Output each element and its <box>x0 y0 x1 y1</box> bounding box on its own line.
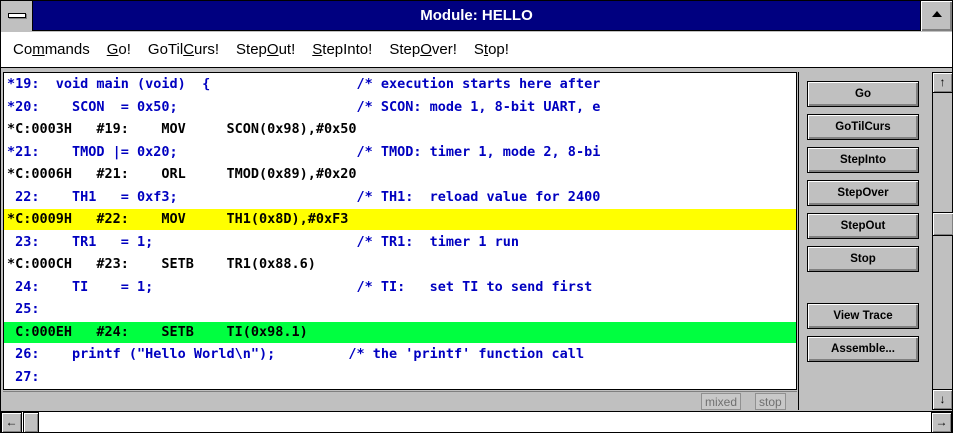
scroll-up-icon[interactable]: ↑ <box>932 72 953 93</box>
stepinto-button[interactable]: StepInto <box>807 147 919 173</box>
horizontal-scroll-thumb[interactable] <box>23 412 39 433</box>
scroll-left-icon[interactable]: ← <box>1 412 22 433</box>
source-line[interactable]: 25: <box>4 299 796 320</box>
status-mode: mixed <box>701 393 742 410</box>
menu-gotilcurs[interactable]: GoTilCurs! <box>148 41 219 58</box>
gotilcurs-button[interactable]: GoTilCurs <box>807 114 919 140</box>
system-menu-button[interactable] <box>1 1 33 31</box>
source-code-view[interactable]: *19: void main (void) { /* execution sta… <box>3 72 797 390</box>
window-title: Module: HELLO <box>420 7 533 24</box>
source-line[interactable]: *19: void main (void) { /* execution sta… <box>4 74 796 95</box>
source-line[interactable]: 24: TI = 1; /* TI: set TI to send first <box>4 277 796 298</box>
menu-stepover[interactable]: StepOver! <box>389 41 457 58</box>
scroll-down-icon[interactable]: ↓ <box>932 389 953 410</box>
status-strip: mixed stop <box>3 391 797 410</box>
source-line[interactable]: 26: printf ("Hello World\n"); /* the 'pr… <box>4 344 796 365</box>
title-bar[interactable]: Module: HELLO <box>1 1 952 31</box>
menu-stepout[interactable]: StepOut! <box>236 41 295 58</box>
menu-commands[interactable]: Commands <box>13 41 90 58</box>
vertical-scroll-thumb[interactable] <box>933 212 953 236</box>
source-line[interactable]: *20: SCON = 0x50; /* SCON: mode 1, 8-bit… <box>4 97 796 118</box>
debugger-window: Module: HELLO Commands Go! GoTilCurs! St… <box>0 0 953 433</box>
source-line[interactable]: 23: TR1 = 1; /* TR1: timer 1 run <box>4 232 796 253</box>
source-line[interactable]: *21: TMOD |= 0x20; /* TMOD: timer 1, mod… <box>4 142 796 163</box>
stepout-button[interactable]: StepOut <box>807 213 919 239</box>
disassembly-line[interactable]: *C:0003H #19: MOV SCON(0x98),#0x50 <box>4 119 796 140</box>
view-trace-button[interactable]: View Trace <box>807 303 919 329</box>
system-menu-icon <box>8 13 26 18</box>
menu-stepinto[interactable]: StepInto! <box>312 41 372 58</box>
stop-button[interactable]: Stop <box>807 246 919 272</box>
disassembly-line[interactable]: *C:0009H #22: MOV TH1(0x8D),#0xF3 <box>4 209 796 230</box>
disassembly-line[interactable]: *C:0006H #21: ORL TMOD(0x89),#0x20 <box>4 164 796 185</box>
disassembly-line[interactable]: *C:000CH #23: SETB TR1(0x88.6) <box>4 254 796 275</box>
scroll-right-icon[interactable]: → <box>931 412 952 433</box>
menu-go[interactable]: Go! <box>107 41 131 58</box>
status-state: stop <box>755 393 786 410</box>
disassembly-line[interactable]: C:000EH #24: SETB TI(0x98.1) <box>4 321 796 343</box>
source-line[interactable]: 27: <box>4 367 796 388</box>
menu-stop[interactable]: Stop! <box>474 41 509 58</box>
menu-bar: Commands Go! GoTilCurs! StepOut! StepInt… <box>1 32 952 68</box>
maximize-button[interactable] <box>920 1 952 31</box>
source-line[interactable]: 22: TH1 = 0xf3; /* TH1: reload value for… <box>4 187 796 208</box>
command-button-panel: Go GoTilCurs StepInto StepOver StepOut S… <box>798 72 932 410</box>
go-button[interactable]: Go <box>807 81 919 107</box>
vertical-scrollbar[interactable]: ↑ ↓ <box>932 72 953 410</box>
assemble-button[interactable]: Assemble... <box>807 336 919 362</box>
horizontal-scrollbar[interactable]: ← → <box>1 411 952 433</box>
stepover-button[interactable]: StepOver <box>807 180 919 206</box>
